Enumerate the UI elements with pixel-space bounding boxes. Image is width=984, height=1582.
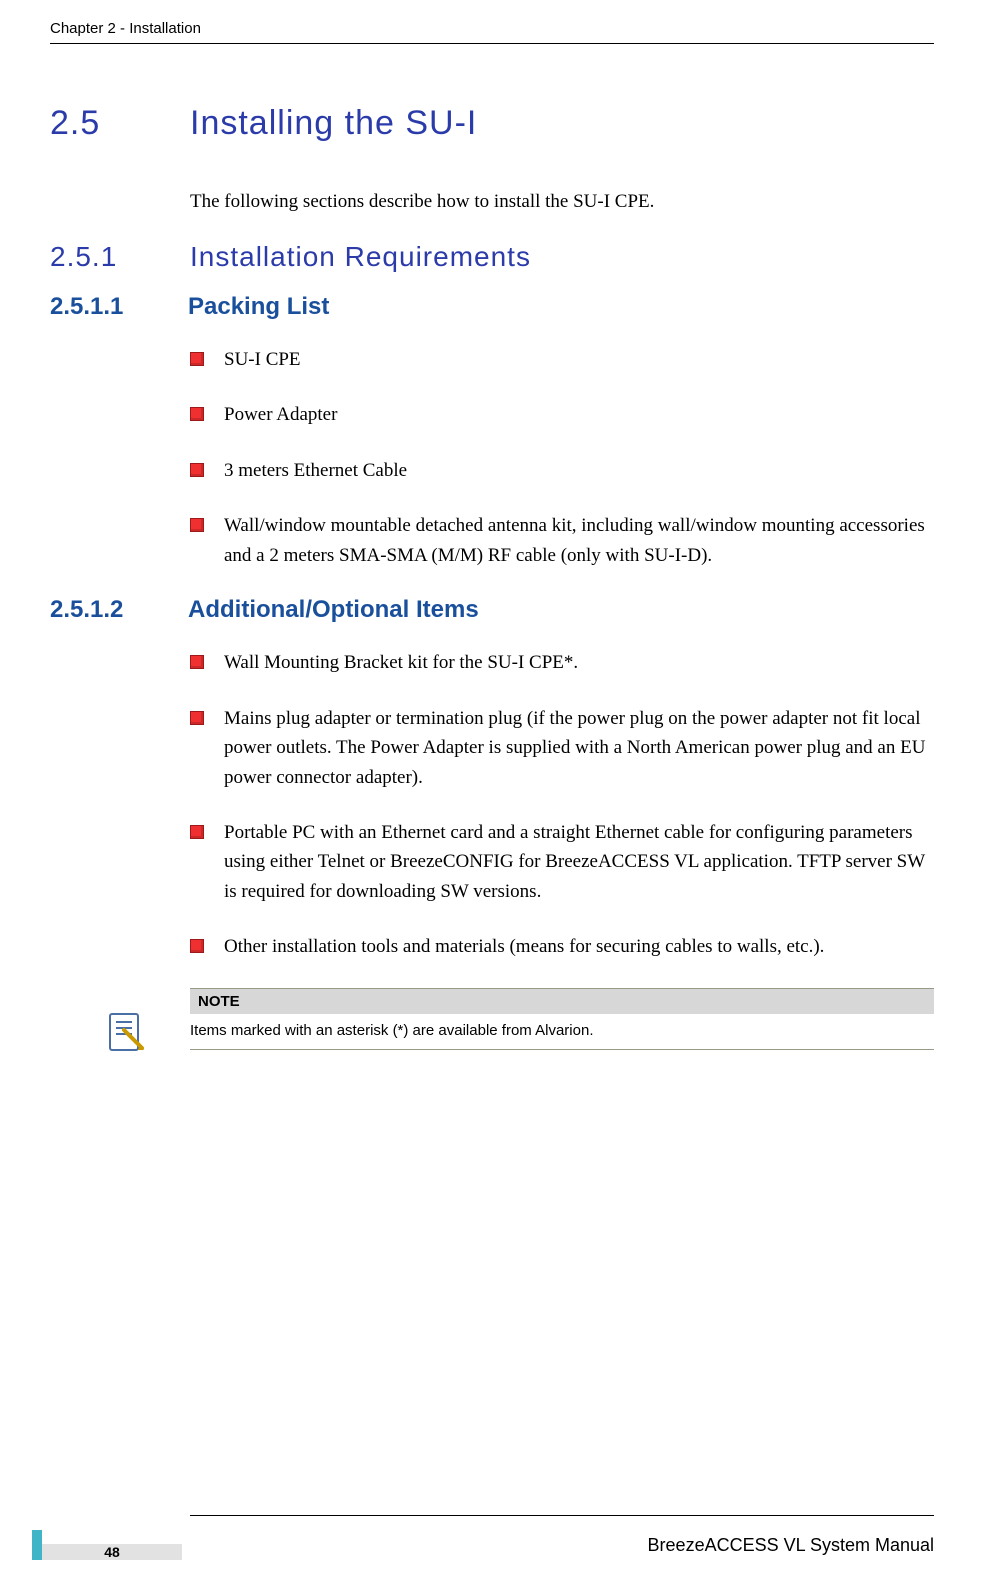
note-label: NOTE bbox=[190, 988, 934, 1014]
subsection-title: Installation Requirements bbox=[190, 241, 531, 273]
list-item: Portable PC with an Ethernet card and a … bbox=[190, 818, 934, 906]
list-item: Wall Mounting Bracket kit for the SU-I C… bbox=[190, 648, 934, 677]
section-title: Installing the SU-I bbox=[190, 104, 477, 143]
list-item: Other installation tools and materials (… bbox=[190, 932, 934, 961]
subsubsection-number: 2.5.1.2 bbox=[50, 596, 150, 624]
packing-list: SU-I CPE Power Adapter 3 meters Ethernet… bbox=[190, 345, 934, 570]
page-number-box: 48 bbox=[32, 1530, 182, 1560]
list-item: Power Adapter bbox=[190, 400, 934, 429]
manual-title: BreezeACCESS VL System Manual bbox=[648, 1535, 934, 1556]
list-item: SU-I CPE bbox=[190, 345, 934, 374]
note-block: NOTE Items marked with an asterisk (*) a… bbox=[190, 988, 934, 1050]
subsubsection-title: Packing List bbox=[188, 293, 329, 321]
subsection-number: 2.5.1 bbox=[50, 241, 148, 273]
chapter-header: Chapter 2 - Installation bbox=[50, 20, 934, 44]
page-number: 48 bbox=[42, 1544, 182, 1560]
list-item: Wall/window mountable detached antenna k… bbox=[190, 511, 934, 570]
intro-paragraph: The following sections describe how to i… bbox=[190, 191, 934, 213]
optional-items-list: Wall Mounting Bracket kit for the SU-I C… bbox=[190, 648, 934, 962]
accent-bar bbox=[32, 1530, 42, 1560]
page-footer: 48 BreezeACCESS VL System Manual bbox=[0, 1515, 984, 1560]
note-text: Items marked with an asterisk (*) are av… bbox=[190, 1014, 934, 1050]
subsubsection-title: Additional/Optional Items bbox=[188, 596, 479, 624]
subsubsection-number: 2.5.1.1 bbox=[50, 293, 150, 321]
section-number: 2.5 bbox=[50, 104, 140, 143]
list-item: Mains plug adapter or termination plug (… bbox=[190, 704, 934, 792]
list-item: 3 meters Ethernet Cable bbox=[190, 456, 934, 485]
note-icon bbox=[104, 1010, 148, 1054]
